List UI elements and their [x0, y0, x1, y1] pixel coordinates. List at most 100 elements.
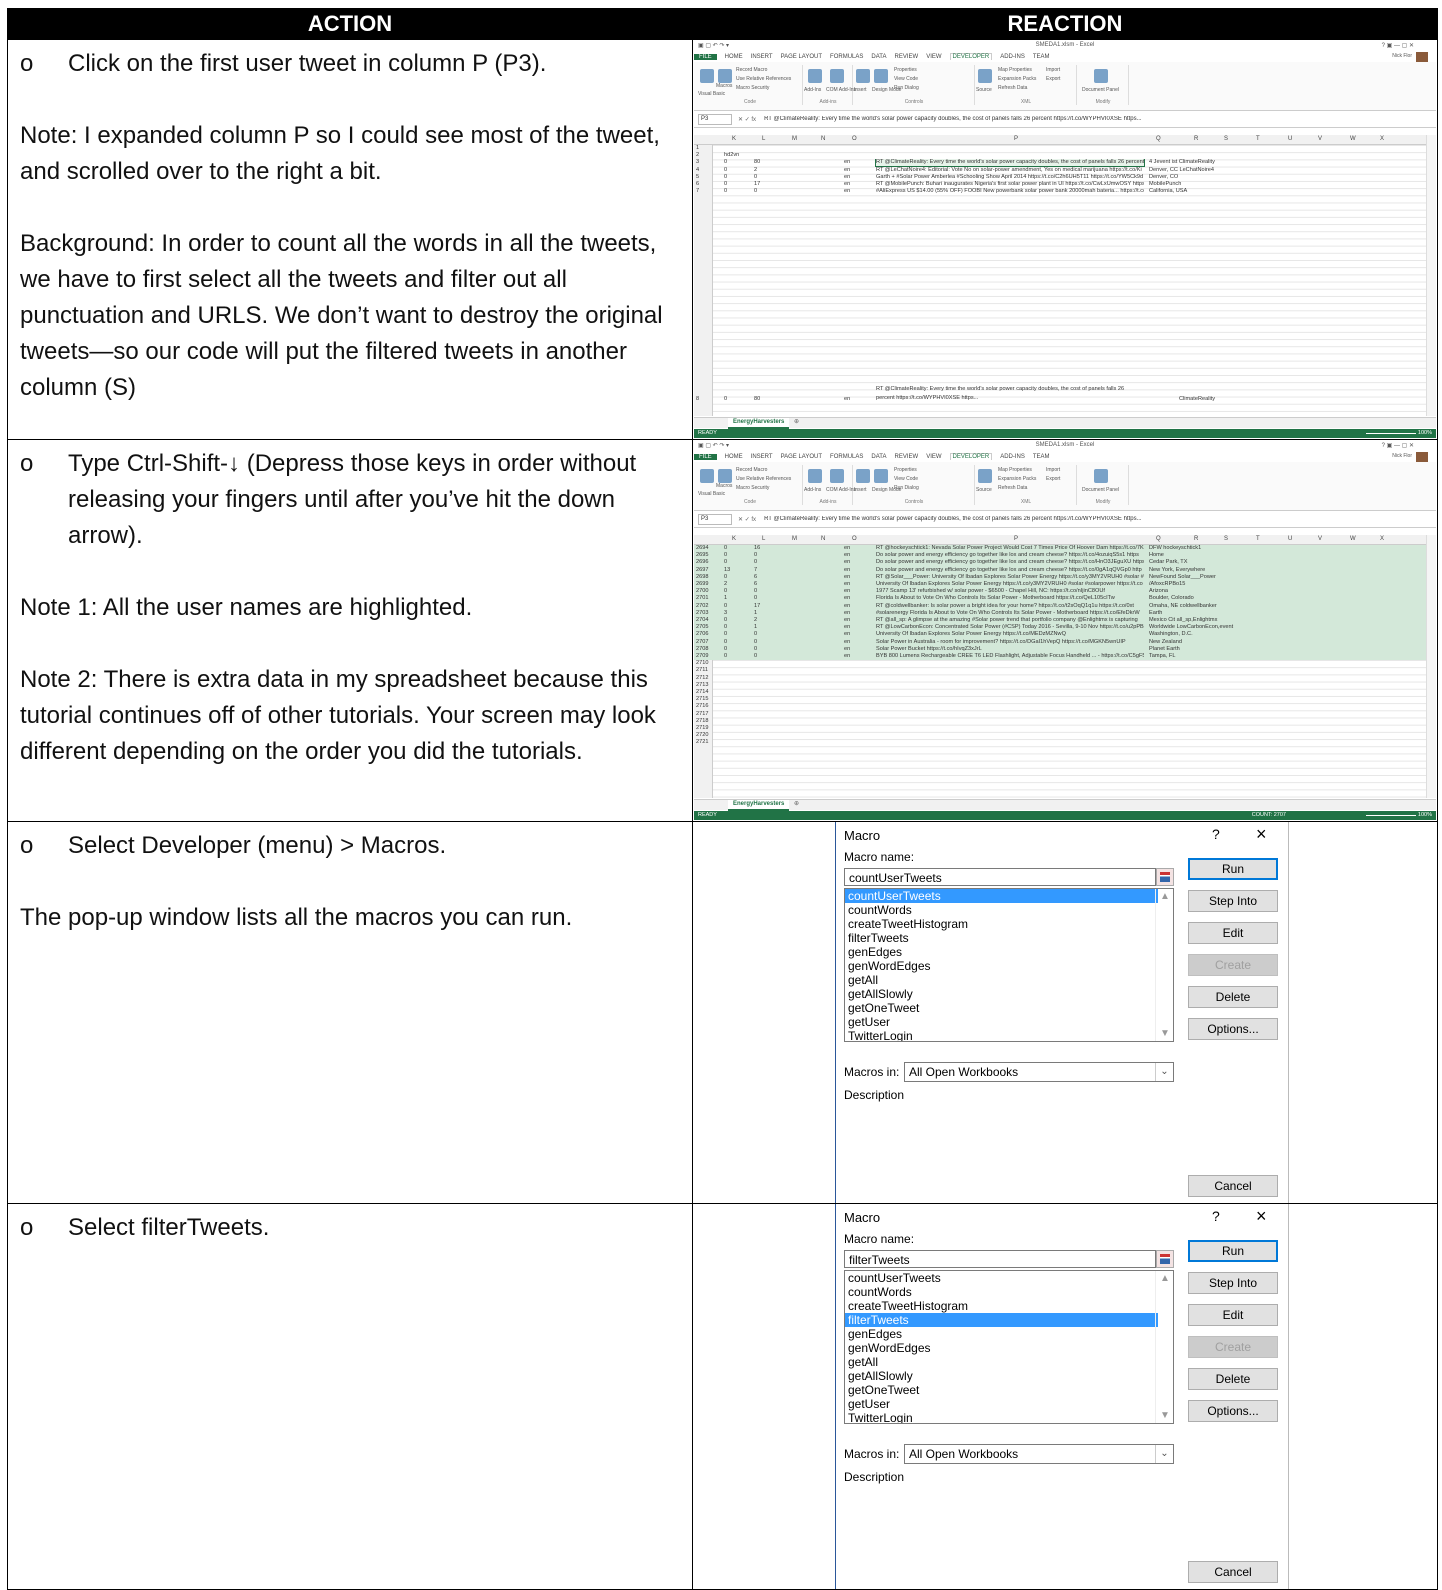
row-number[interactable]: 2706 [696, 631, 708, 638]
cell-p[interactable]: Garth + #Solar Power Amberlea #Schooling… [876, 174, 1144, 181]
cell-q[interactable]: New York, Everywhere [1149, 567, 1205, 574]
close-button[interactable]: × [1256, 1206, 1267, 1227]
sheet-tab[interactable]: EnergyHarvesters [728, 418, 790, 429]
row-number[interactable]: 2714 [696, 689, 708, 696]
cell-k[interactable]: 0 [724, 159, 727, 166]
cell-o[interactable]: en [844, 588, 850, 595]
cell-q[interactable]: Boulder, Colorado [1149, 595, 1194, 602]
ribbon-map-properties[interactable]: Map Properties [998, 67, 1032, 73]
ribbon-com-addins[interactable]: COM Add-Ins [826, 487, 856, 493]
sheet-row[interactable]: 2695 0 0 en Do solar power and energy effici… [694, 552, 1426, 560]
chevron-down-icon[interactable]: ⌄ [1155, 1063, 1173, 1081]
macro-list-item[interactable]: countWords [845, 1285, 1158, 1299]
cell-o[interactable]: en [844, 653, 850, 660]
ribbon-tab-insert[interactable]: INSERT [751, 54, 773, 60]
ribbon-tab-view[interactable]: VIEW [926, 454, 941, 460]
row-number[interactable]: 2702 [696, 603, 708, 610]
cell-q[interactable]: Earth [1149, 610, 1162, 617]
row-number[interactable]: 6 [696, 181, 699, 188]
row-number[interactable]: 2720 [696, 732, 708, 739]
row-number[interactable]: 2708 [696, 646, 708, 653]
ribbon-visual-basic[interactable]: Visual Basic [698, 491, 725, 497]
ribbon-addins[interactable]: Add-Ins [804, 87, 821, 93]
cell-l[interactable]: 0 [754, 631, 757, 638]
ribbon-tab-add-ins[interactable]: ADD-INS [1000, 54, 1025, 60]
cell-k[interactable]: 0 [724, 639, 727, 646]
ribbon-document-panel[interactable]: Document Panel [1082, 87, 1119, 93]
cell-q[interactable]: Washington, D.C. [1149, 631, 1193, 638]
macro-list[interactable]: countUserTweets countWords createTweetHist… [844, 888, 1174, 1042]
cell-k[interactable]: 0 [724, 188, 727, 195]
sheet-row[interactable]: 2699 2 6 en University Of Ibadan Explores So… [694, 581, 1426, 589]
cell-k[interactable]: 0 [724, 646, 727, 653]
cell-k[interactable]: 13 [724, 567, 730, 574]
cell-l[interactable]: 6 [754, 574, 757, 581]
document-panel-icon[interactable] [1094, 469, 1108, 483]
cell-o[interactable]: en [844, 603, 850, 610]
name-box[interactable]: P3 [698, 513, 732, 525]
column-header-w[interactable]: W [1350, 136, 1356, 142]
ribbon-tab-formulas[interactable]: FORMULAS [830, 454, 863, 460]
cell-o[interactable]: en [844, 617, 850, 624]
cancel-button[interactable]: Cancel [1188, 1175, 1278, 1197]
cell-o[interactable]: en [844, 624, 850, 631]
cell-q[interactable]: Denver, CC LeChatNoire4 [1149, 167, 1214, 174]
row-number[interactable]: 2710 [696, 660, 708, 667]
row-number[interactable]: 2698 [696, 574, 708, 581]
fx-icon[interactable]: ✕ ✓ fx [738, 116, 756, 123]
macro-list-item[interactable]: filterTweets [845, 931, 1158, 945]
cell-p[interactable]: #AliExpress US $14.00 (55% OFF) FOOBI Ne… [876, 188, 1144, 195]
cell-o[interactable]: en [844, 639, 850, 646]
ribbon-tab-formulas[interactable]: FORMULAS [830, 54, 863, 60]
sheet-row[interactable]: 7 0 0 en #AliExpress US $14.00 (55% OFF) FOO… [694, 188, 1426, 195]
scroll-up-icon[interactable]: ▲ [1160, 1273, 1170, 1284]
cell-k[interactable]: 0 [724, 174, 727, 181]
column-header-n[interactable]: N [821, 136, 825, 142]
cell-l[interactable]: 6 [754, 581, 757, 588]
zoom-slider[interactable] [1366, 815, 1416, 816]
ribbon-visual-basic[interactable]: Visual Basic [698, 91, 725, 97]
com-add-ins-icon[interactable] [830, 69, 844, 83]
cell-p-line2[interactable]: percent https://t.co/WYPHVI0XSE https... [876, 395, 978, 402]
cell-p[interactable]: RT @MobilePunch: Buhari inaugurates Nige… [876, 181, 1144, 188]
column-header-n[interactable]: N [821, 536, 825, 542]
help-button[interactable]: ? [1212, 826, 1220, 842]
row-number[interactable]: 2716 [696, 703, 708, 710]
sheet-row[interactable]: 2 hd2vn [694, 152, 1426, 159]
ribbon-macros[interactable]: Macros [716, 483, 732, 489]
sheet-row[interactable]: 2696 0 0 en Do solar power and energy effici… [694, 559, 1426, 567]
ribbon-export[interactable]: Export [1046, 476, 1060, 482]
cell-q[interactable]: DFW hockeyschtick1 [1149, 545, 1201, 552]
column-header-m[interactable]: M [792, 136, 797, 142]
ribbon-macros[interactable]: Macros [716, 83, 732, 89]
cell-l[interactable]: 2 [754, 167, 757, 174]
help-button[interactable]: ? [1212, 1208, 1220, 1224]
ribbon-tab-insert[interactable]: INSERT [751, 454, 773, 460]
sheet-row[interactable]: 2713 [694, 682, 1426, 689]
cell-p[interactable]: RT @Solar___Power: University Of Ibadan … [876, 574, 1144, 581]
zoom-slider[interactable] [1366, 433, 1416, 434]
macro-list-item[interactable]: getOneTweet [845, 1383, 1158, 1397]
ribbon-refresh-data[interactable]: Refresh Data [998, 85, 1027, 91]
cell-k[interactable]: 0 [724, 631, 727, 638]
cell-o[interactable]: en [844, 552, 850, 559]
cell-o[interactable]: en [844, 396, 850, 403]
cell-o[interactable]: en [844, 174, 850, 181]
column-header-u[interactable]: U [1288, 536, 1292, 542]
row-number[interactable]: 4 [696, 167, 699, 174]
cell-p[interactable]: RT @coldwellbanker: Is solar power a bri… [876, 603, 1144, 610]
sheet-row[interactable]: 2716 [694, 703, 1426, 710]
sheet-row[interactable]: 2719 [694, 725, 1426, 732]
tall-row[interactable]: 8 0 80 en ClimateReality RT @ClimateReality: … [694, 386, 1426, 404]
sheet-row[interactable]: 2697 13 7 en Do solar power and energy effic… [694, 566, 1426, 574]
row-number[interactable]: 2707 [696, 639, 708, 646]
cell-o[interactable]: en [844, 581, 850, 588]
ribbon-tab-team[interactable]: TEAM [1033, 54, 1050, 60]
cell-q[interactable]: Planet Earth [1149, 646, 1180, 653]
macros-icon[interactable] [718, 469, 732, 483]
com-add-ins-icon[interactable] [830, 469, 844, 483]
cell-p[interactable]: RT @LeChatNoire4: Editorial: Vote No on … [876, 167, 1144, 174]
row-number[interactable]: 5 [696, 174, 699, 181]
macro-list-item[interactable]: getAll [845, 1355, 1158, 1369]
macros-icon[interactable] [718, 69, 732, 83]
